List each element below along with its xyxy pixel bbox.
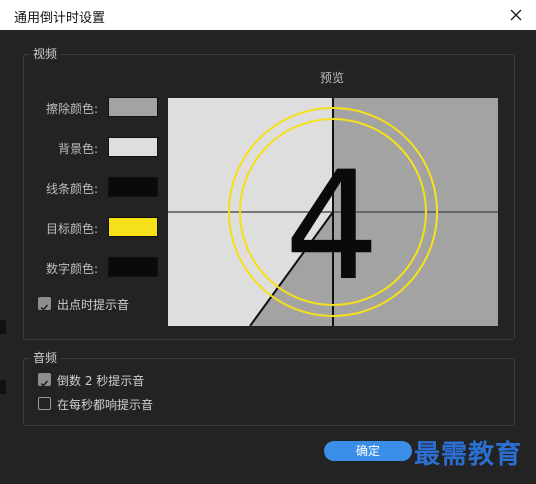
close-icon[interactable] [506,5,526,25]
title-bar: 通用倒计时设置 [0,0,536,30]
line-color-swatch[interactable] [108,177,158,197]
line-color-label: 线条颜色: [45,182,98,196]
countdown-preview: 4 [168,98,498,326]
number-color-swatch[interactable] [108,257,158,277]
preview-number: 4 [284,140,379,314]
audio-group-legend: 音频 [29,349,62,366]
ok-button[interactable]: 确定 [324,441,412,461]
beep-2-seconds-label: 倒数 2 秒提示音 [57,374,145,388]
watermark-text: 最需教育 [414,440,523,470]
cue-at-out-checkbox[interactable] [38,297,51,311]
preview-label: 预览 [320,71,345,85]
beep-every-second-checkbox[interactable] [38,397,51,410]
wipe-color-label: 擦除颜色: [45,102,98,116]
cue-at-out-label: 出点时提示音 [57,298,130,312]
wipe-color-swatch[interactable] [108,97,158,117]
background-color-swatch[interactable] [108,137,158,157]
beep-2-seconds-checkbox[interactable] [38,373,51,387]
check-icon [40,380,49,387]
edge-decoration [0,380,6,394]
check-icon [40,304,49,311]
beep-every-second-label: 在每秒都响提示音 [57,398,154,412]
background-color-label: 背景色: [57,142,98,156]
dialog-body: 视频 预览 擦除颜色: 背景色: 线条颜色: 目标颜色: 数字颜色: 出点时提示… [0,30,536,484]
audio-group [23,358,515,426]
target-color-label: 目标颜色: [45,222,98,236]
edge-decoration [0,320,6,334]
window-title: 通用倒计时设置 [14,11,106,26]
target-color-swatch[interactable] [108,217,158,237]
number-color-label: 数字颜色: [45,262,98,276]
video-group-legend: 视频 [29,45,62,62]
